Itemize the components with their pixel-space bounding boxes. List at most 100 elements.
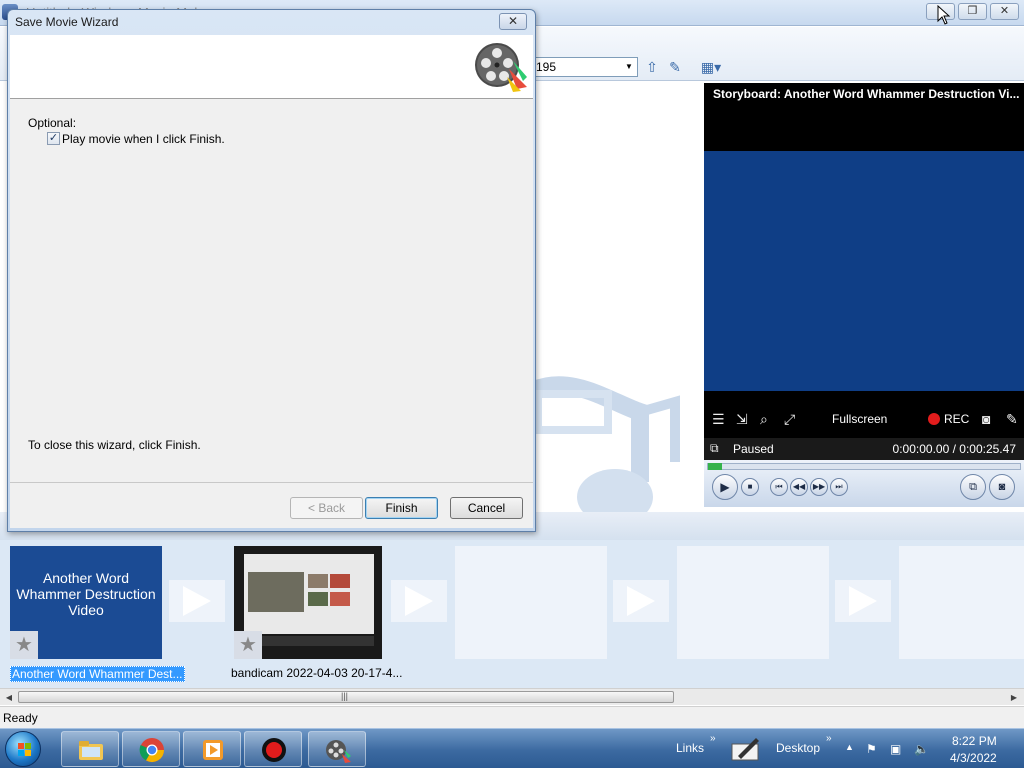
clip-label[interactable]: bandicam 2022-04-03 20-17-4... [231,666,402,680]
taskbar-explorer[interactable] [61,731,119,767]
star-effect-icon: ★ [234,631,262,659]
detach-monitor-icon[interactable]: ⧉ [710,441,719,456]
links-chevron-icon[interactable]: » [710,733,716,744]
close-wizard-hint: To close this wizard, click Finish. [28,438,201,452]
transition-slot[interactable] [169,580,225,622]
bandicam-toolbar: ☰ ⇲ ⌕ ⤢ Fullscreen REC ◙ ✎ [704,405,1024,433]
cancel-button[interactable]: Cancel [450,497,523,519]
clip-bandicam-video[interactable]: ★ [234,546,382,659]
transition-slot[interactable] [391,580,447,622]
clip-title-card[interactable]: Another Word Whammer Destruction Video ★ [10,546,162,659]
play-button[interactable]: ▶ [712,474,738,500]
transition-slot[interactable] [835,580,891,622]
rec-dot-icon[interactable] [928,413,940,425]
seek-bar[interactable] [707,463,1021,470]
play-movie-checkbox[interactable]: ✓ [47,132,60,145]
save-movie-wizard-dialog: Save Movie Wizard ✕ Optional: ✓ Play mov… [7,9,536,532]
links-toolbar-label[interactable]: Links [676,741,704,755]
storyboard-scrollbar[interactable]: ◀ ||| ▶ [0,688,1024,705]
clip-label-selected[interactable]: Another Word Whammer Dest... [10,666,185,682]
view-options-icon[interactable]: ▦▾ [698,58,724,76]
up-folder-icon[interactable]: ⇧ [643,58,661,76]
taskbar-chrome[interactable] [122,731,180,767]
action-center-flag-icon[interactable]: ⚑ [866,742,882,756]
wizard-header [10,35,533,99]
monitor-screen[interactable] [704,151,1024,391]
split-clip-button[interactable]: ⧉ [960,474,986,500]
taskbar-media-player[interactable] [183,731,241,767]
monitor-title: Storyboard: Another Word Whammer Destruc… [713,87,1019,101]
grip-icon: ||| [341,691,349,701]
playback-status-bar: ⧉ Paused 0:00:00.00 / 0:00:25.47 [704,438,1024,460]
desktop-chevron-icon[interactable]: » [826,733,832,744]
stop-button[interactable]: ■ [741,478,759,496]
playback-controls: ▶ ■ ⏮ ◀◀ ▶▶ ⏭ ⧉ ◙ [704,460,1024,507]
playback-state: Paused [733,442,774,456]
seek-thumb[interactable] [708,463,722,470]
record-icon [262,738,286,762]
storyboard: Another Word Whammer Destruction Video ★… [0,540,1024,688]
menu-icon[interactable]: ☰ [712,411,725,428]
fullscreen-button[interactable]: Fullscreen [832,412,887,426]
tablet-input-icon[interactable] [730,734,762,764]
title-card-text: Another Word Whammer Destruction Video [16,570,156,618]
pencil-icon[interactable]: ✎ [1006,411,1018,428]
resize-icon[interactable]: ⤢ [784,411,795,428]
forward-button[interactable]: ▶▶ [810,478,828,496]
chevron-down-icon: ▼ [625,62,633,71]
status-text: Ready [3,711,38,725]
transition-arrow-icon [183,586,211,616]
close-icon: ✕ [507,14,519,28]
preview-monitor: Storyboard: Another Word Whammer Destruc… [704,83,1024,507]
empty-clip-slot[interactable] [899,546,1024,659]
timecode: 0:00:00.00 / 0:00:25.47 [892,442,1016,456]
transition-arrow-icon [405,586,433,616]
taskbar: Links » Desktop » ▲ ⚑ ▣ 🔈 8:22 PM 4/3/20… [0,728,1024,768]
previous-frame-button[interactable]: ⏮ [770,478,788,496]
rewind-button[interactable]: ◀◀ [790,478,808,496]
clock-time[interactable]: 8:22 PM [952,734,997,748]
star-effect-icon: ★ [10,631,38,659]
media-player-icon [203,740,223,760]
show-hidden-icons-icon[interactable]: ▲ [845,742,861,756]
start-button[interactable] [5,731,41,767]
checkmark-icon: ✓ [48,132,59,144]
transition-arrow-icon [627,586,655,616]
back-button[interactable]: < Back [290,497,363,519]
empty-clip-slot[interactable] [455,546,607,659]
taskbar-bandicam[interactable] [244,731,302,767]
next-frame-button[interactable]: ⏭ [830,478,848,496]
scroll-left-icon[interactable]: ◀ [1,690,17,705]
desktop-toolbar-label[interactable]: Desktop [776,741,820,755]
zoom-region-icon[interactable]: ⌕ [760,411,768,428]
folder-icon [79,741,103,760]
play-movie-checkbox-label[interactable]: Play movie when I click Finish. [62,132,225,146]
dialog-close-button[interactable]: ✕ [499,13,527,30]
shrink-icon[interactable]: ⇲ [736,411,748,428]
windows-logo-icon [18,743,31,756]
empty-clip-slot[interactable] [677,546,829,659]
wizard-footer: < Back Finish Cancel [10,482,533,528]
network-icon[interactable]: ▣ [890,742,906,756]
scrollbar-thumb[interactable]: ||| [18,691,674,703]
collections-combo-value: 195 [536,60,557,74]
volume-icon[interactable]: 🔈 [914,742,930,756]
mouse-cursor-icon [937,5,951,25]
film-reel-icon [326,740,351,763]
rec-button[interactable]: REC [944,412,969,426]
dialog-title: Save Movie Wizard [15,15,119,29]
optional-label: Optional: [28,116,77,130]
status-bar: Ready [0,706,1024,728]
collections-combo[interactable]: 195 ▼ [532,57,638,77]
transition-arrow-icon [849,586,877,616]
close-app-button[interactable]: ✕ [990,3,1019,20]
clock-date[interactable]: 4/3/2022 [950,751,997,765]
taskbar-movie-maker[interactable] [308,731,366,767]
finish-button[interactable]: Finish [365,497,438,519]
take-picture-button[interactable]: ◙ [989,474,1015,500]
transition-slot[interactable] [613,580,669,622]
camera-icon[interactable]: ◙ [982,411,990,427]
new-folder-icon[interactable]: ✎ [666,58,684,76]
restore-button[interactable]: ❐ [958,3,987,20]
scroll-right-icon[interactable]: ▶ [1006,690,1022,705]
